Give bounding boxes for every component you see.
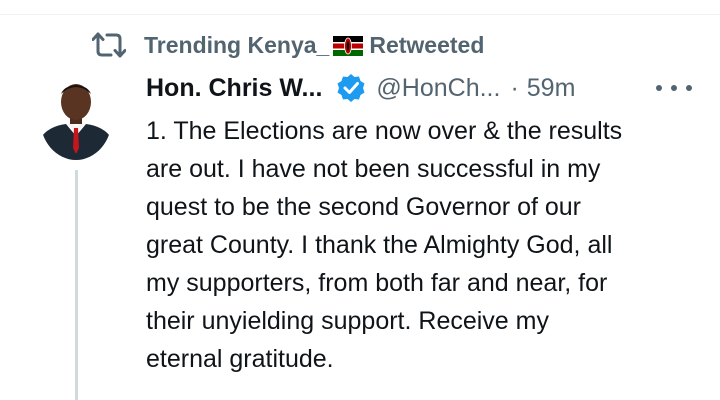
more-options-icon[interactable] (656, 76, 692, 100)
verified-badge-icon (336, 73, 366, 103)
dot (671, 85, 677, 91)
dot (686, 85, 692, 91)
retweeted-label: Retweeted (369, 31, 485, 58)
top-divider (0, 14, 720, 15)
display-name[interactable]: Hon. Chris W... (146, 74, 322, 103)
retweeter-name[interactable]: Trending Kenya_ (144, 32, 329, 59)
dot (656, 85, 662, 91)
retweet-icon (91, 30, 127, 60)
avatar[interactable] (40, 76, 112, 160)
separator-dot: · (510, 73, 519, 102)
thread-line (75, 170, 78, 400)
social-context[interactable]: Trending Kenya_ Retweeted (91, 30, 485, 60)
tweet-text: 1. The Elections are now over & the resu… (146, 117, 623, 373)
kenya-flag-icon (333, 35, 364, 56)
tweet-header: Hon. Chris W... @HonCh... · 59m (146, 70, 696, 106)
timestamp[interactable]: 59m (527, 74, 576, 103)
handle[interactable]: @HonCh... (376, 74, 500, 103)
